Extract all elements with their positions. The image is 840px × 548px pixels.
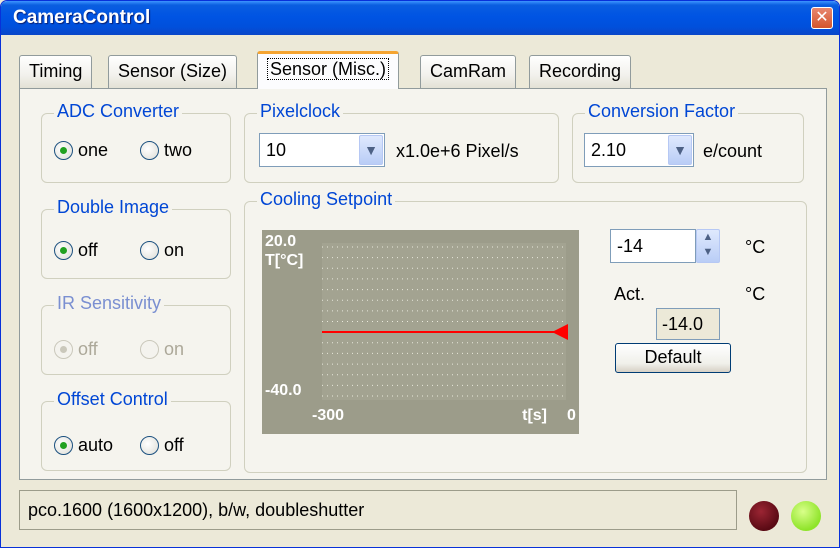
double-image-group: Double Image off on [41, 197, 231, 279]
radio-icon [140, 241, 159, 260]
radio-icon [54, 141, 73, 160]
pixelclock-title: Pixelclock [257, 101, 344, 122]
actual-label: Act. [614, 284, 646, 304]
offset-off-radio[interactable]: off [140, 435, 184, 456]
chevron-down-icon[interactable]: ▼ [697, 245, 719, 260]
offset-control-group: Offset Control auto off [41, 389, 231, 471]
double-image-off-radio[interactable]: off [54, 240, 98, 261]
title-bar: CameraControl ✕ [1, 1, 839, 35]
camera-control-window: CameraControl ✕ Timing Sensor (Size) Sen… [0, 0, 840, 548]
close-button[interactable]: ✕ [811, 7, 833, 29]
radio-icon [140, 141, 159, 160]
y-tick-label-top: 20.0 [265, 233, 296, 250]
tab-camram[interactable]: CamRam [420, 55, 517, 88]
temperature-chart: 20.0 T[°C] -40.0 -300 t[s] 0 [262, 230, 579, 434]
conversion-factor-title: Conversion Factor [585, 101, 739, 122]
setpoint-input[interactable]: -14 [610, 229, 696, 263]
chevron-down-icon[interactable]: ▼ [668, 135, 692, 165]
chevron-up-icon[interactable]: ▲ [697, 230, 719, 245]
conversion-factor-select[interactable]: 2.10 ▼ [584, 133, 694, 167]
double-image-title: Double Image [54, 197, 173, 218]
adc-two-radio[interactable]: two [140, 140, 192, 161]
radio-icon [140, 340, 159, 359]
double-image-on-radio[interactable]: on [140, 240, 184, 261]
offset-auto-radio[interactable]: auto [54, 435, 113, 456]
radio-icon [54, 340, 73, 359]
adc-converter-title: ADC Converter [54, 101, 183, 122]
tab-sensor-misc[interactable]: Sensor (Misc.) [257, 51, 400, 89]
actual-unit: °C [745, 284, 766, 304]
temperature-chart-svg: 20.0 T[°C] -40.0 -300 t[s] 0 [265, 233, 576, 424]
status-led-red [749, 501, 779, 531]
tab-sensor-size[interactable]: Sensor (Size) [108, 55, 238, 88]
tab-timing[interactable]: Timing [19, 55, 93, 88]
status-bar: pco.1600 (1600x1200), b/w, doubleshutter [19, 490, 737, 530]
adc-one-radio[interactable]: one [54, 140, 108, 161]
plot-area [322, 243, 566, 400]
y-tick-label-bottom: -40.0 [265, 382, 302, 399]
ir-off-radio: off [54, 339, 98, 360]
status-text: pco.1600 (1600x1200), b/w, doubleshutter [28, 500, 365, 520]
ir-sensitivity-group: IR Sensitivity off on [41, 293, 231, 375]
ir-sensitivity-title: IR Sensitivity [54, 293, 165, 314]
x-tick-label-right: 0 [567, 407, 576, 424]
offset-control-title: Offset Control [54, 389, 171, 410]
pixelclock-unit: x1.0e+6 Pixel/s [396, 141, 519, 161]
conversion-factor-unit: e/count [703, 141, 763, 161]
actual-temperature: -14.0 [656, 308, 720, 340]
pixelclock-select[interactable]: 10 ▼ [259, 133, 385, 167]
window-title: CameraControl [13, 7, 151, 28]
y-axis-label: T[°C] [265, 252, 303, 269]
radio-icon [140, 436, 159, 455]
setpoint-unit: °C [745, 237, 766, 257]
radio-icon [54, 436, 73, 455]
setpoint-spinner[interactable]: ▲ ▼ [696, 229, 720, 263]
ir-on-radio: on [140, 339, 184, 360]
tab-recording[interactable]: Recording [529, 55, 632, 88]
x-tick-label-left: -300 [312, 407, 344, 424]
x-axis-label: t[s] [522, 407, 547, 424]
cooling-setpoint-title: Cooling Setpoint [257, 189, 396, 210]
radio-icon [54, 241, 73, 260]
default-button[interactable]: Default [615, 343, 731, 373]
status-led-green [791, 501, 821, 531]
adc-converter-group: ADC Converter one two [41, 101, 231, 183]
chevron-down-icon[interactable]: ▼ [359, 135, 383, 165]
